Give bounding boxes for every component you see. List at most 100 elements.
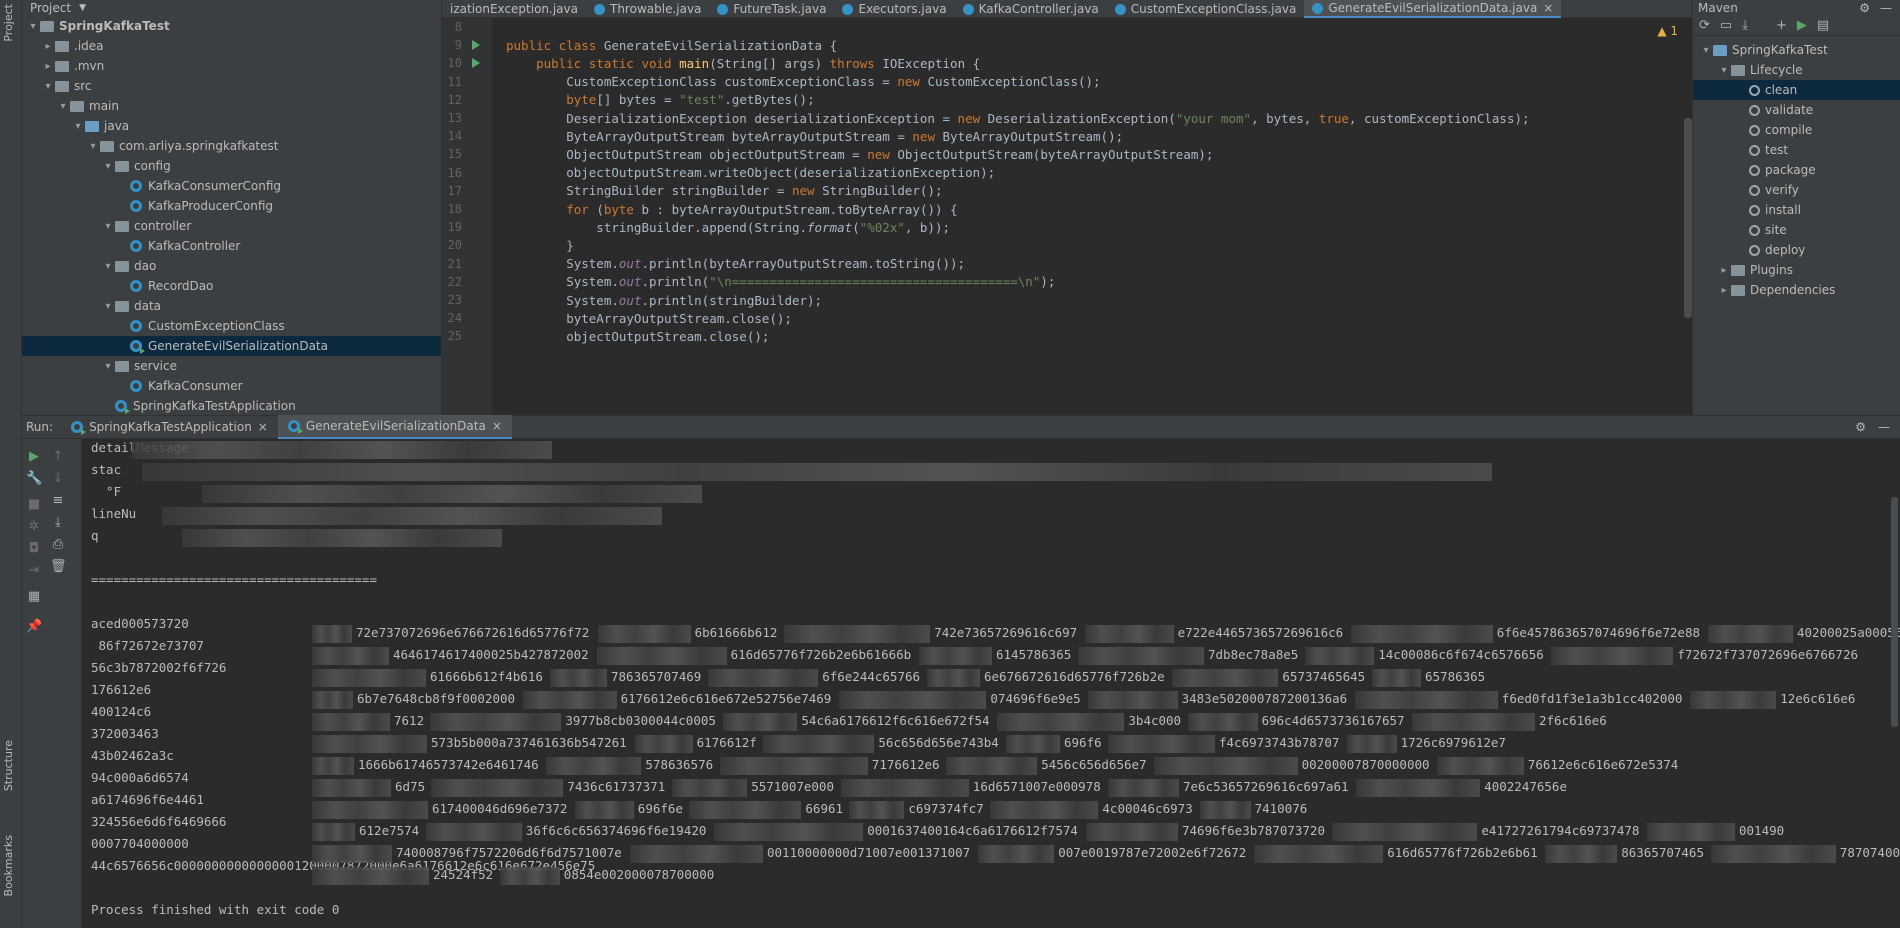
run-tab[interactable]: SpringKafkaTestApplication ×	[61, 415, 278, 439]
maven-item[interactable]: verify	[1693, 180, 1900, 200]
maven-item[interactable]: clean	[1693, 80, 1900, 100]
editor-tab[interactable]: CustomExceptionClass.java	[1107, 0, 1305, 18]
bookmarks-tool-tab[interactable]: Bookmarks	[2, 835, 15, 896]
run-tab[interactable]: GenerateEvilSerializationData ×	[277, 415, 512, 439]
chevron-down-icon[interactable]: ▾	[101, 301, 115, 312]
chevron-icon[interactable]: ▸	[1717, 285, 1731, 296]
project-panel-title[interactable]: Project	[30, 1, 71, 15]
tree-item[interactable]: ▾ dao	[22, 256, 441, 276]
chevron-down-icon[interactable]: ▾	[101, 161, 115, 172]
minimize-icon[interactable]: —	[1880, 1, 1892, 15]
print-icon[interactable]: ⎙	[50, 537, 66, 553]
tree-item[interactable]: ▾ com.arliya.springkafkatest	[22, 136, 441, 156]
maven-item[interactable]: site	[1693, 220, 1900, 240]
down-arrow-icon[interactable]: ↓	[50, 471, 66, 487]
maven-item[interactable]: deploy	[1693, 240, 1900, 260]
editor-tab[interactable]: Throwable.java	[586, 0, 709, 18]
execute-goal-icon[interactable]: ▤	[1817, 18, 1829, 33]
maven-item[interactable]: ▾ SpringKafkaTest	[1693, 40, 1900, 60]
editor-tab[interactable]: FutureTask.java	[709, 0, 834, 18]
up-arrow-icon[interactable]: ↑	[50, 449, 66, 465]
hex-fragment: 7db8ec78a8e5	[1208, 647, 1299, 662]
minimize-icon[interactable]: —	[1878, 420, 1890, 434]
debug-icon[interactable]: ✲	[26, 519, 42, 535]
tree-item[interactable]: ▾ src	[22, 76, 441, 96]
close-icon[interactable]: ×	[492, 419, 502, 433]
chevron-down-icon[interactable]: ▾	[101, 261, 115, 272]
chevron-icon[interactable]: ▾	[1699, 45, 1713, 56]
exit-icon[interactable]: ⇥	[26, 563, 42, 579]
soft-wrap-icon[interactable]: ≡	[50, 493, 66, 509]
layout-icon[interactable]: ▦	[26, 589, 42, 605]
editor-tab[interactable]: Executors.java	[834, 0, 954, 18]
chevron-icon[interactable]: ▸	[1717, 265, 1731, 276]
tree-item[interactable]: ▾ SpringKafkaTest	[22, 16, 441, 36]
chevron-right-icon[interactable]: ▸	[41, 61, 55, 72]
gear-icon[interactable]: ⚙	[1855, 420, 1866, 434]
run-icon[interactable]	[472, 40, 480, 51]
run-icon[interactable]: ▶	[1797, 18, 1807, 33]
tree-item[interactable]: ▾ java	[22, 116, 441, 136]
tree-item[interactable]: ▾ controller	[22, 216, 441, 236]
chevron-down-icon[interactable]: ▾	[41, 81, 55, 92]
maven-item[interactable]: compile	[1693, 120, 1900, 140]
chevron-down-icon[interactable]: ▾	[56, 101, 70, 112]
gear-icon	[1749, 84, 1760, 96]
add-folder-icon[interactable]: ▭	[1720, 18, 1732, 33]
console-output[interactable]: detailMessagestac °FlineNuq=============…	[82, 439, 1900, 928]
tree-item[interactable]: ▾ service	[22, 356, 441, 376]
close-icon[interactable]: ×	[258, 420, 268, 434]
chevron-down-icon[interactable]: ▾	[101, 221, 115, 232]
tree-item[interactable]: RecordDao	[22, 276, 441, 296]
chevron-right-icon[interactable]: ▸	[41, 41, 55, 52]
tree-item[interactable]: CustomExceptionClass	[22, 316, 441, 336]
maven-item[interactable]: ▾ Lifecycle	[1693, 60, 1900, 80]
chevron-icon[interactable]: ▾	[1717, 65, 1731, 76]
tree-item[interactable]: ▾ data	[22, 296, 441, 316]
maven-item[interactable]: ▸ Dependencies	[1693, 280, 1900, 300]
tree-item[interactable]: SpringKafkaTestApplication	[22, 396, 441, 415]
tree-item[interactable]: KafkaConsumer	[22, 376, 441, 396]
camera-icon[interactable]: ◘	[26, 541, 42, 557]
editor-tab[interactable]: izationException.java	[442, 0, 586, 18]
console-scrollbar[interactable]	[1891, 497, 1898, 727]
tree-item[interactable]: KafkaController	[22, 236, 441, 256]
maven-item[interactable]: validate	[1693, 100, 1900, 120]
chevron-down-icon[interactable]: ▼	[79, 3, 86, 13]
gear-icon[interactable]: ⚙	[1859, 1, 1870, 15]
add-icon[interactable]: +	[1776, 18, 1787, 33]
wrench-icon[interactable]: 🔧	[26, 471, 42, 487]
scroll-to-end-icon[interactable]: ⤓	[50, 515, 66, 531]
tree-item[interactable]: ▸ .idea	[22, 36, 441, 56]
project-tool-tab[interactable]: Project	[2, 4, 15, 42]
tree-item[interactable]: ▸ .mvn	[22, 56, 441, 76]
chevron-down-icon[interactable]: ▾	[26, 21, 40, 32]
chevron-down-icon[interactable]: ▾	[101, 361, 115, 372]
editor-tab[interactable]: KafkaController.java	[955, 0, 1107, 18]
close-icon[interactable]: ×	[1543, 1, 1553, 15]
code-editor[interactable]: 8 9 public class GenerateEvilSerialization…	[442, 18, 1692, 415]
maven-item[interactable]: test	[1693, 140, 1900, 160]
chevron-down-icon[interactable]: ▾	[86, 141, 100, 152]
run-icon[interactable]	[472, 58, 480, 69]
tree-item[interactable]: GenerateEvilSerializationData	[22, 336, 441, 356]
tree-item[interactable]: ▾ main	[22, 96, 441, 116]
trash-icon[interactable]: 🗑	[50, 559, 67, 575]
tree-item[interactable]: KafkaProducerConfig	[22, 196, 441, 216]
editor-tab[interactable]: GenerateEvilSerializationData.java ×	[1304, 0, 1562, 18]
structure-tool-tab[interactable]: Structure	[2, 740, 15, 791]
rerun-icon[interactable]: ▶	[26, 449, 42, 465]
line-number: 15	[447, 147, 462, 162]
tree-item[interactable]: KafkaConsumerConfig	[22, 176, 441, 196]
stop-icon[interactable]: ■	[26, 497, 42, 513]
maven-item[interactable]: package	[1693, 160, 1900, 180]
warning-indicator[interactable]: ▲ 1	[1657, 24, 1678, 38]
maven-item[interactable]: install	[1693, 200, 1900, 220]
tree-item[interactable]: ▾ config	[22, 156, 441, 176]
download-icon[interactable]: ⤓	[1742, 18, 1748, 33]
pin-icon[interactable]: 📌	[26, 619, 42, 635]
maven-item[interactable]: ▸ Plugins	[1693, 260, 1900, 280]
reload-icon[interactable]: ⟳	[1699, 18, 1710, 33]
editor-scrollbar[interactable]	[1684, 118, 1692, 318]
chevron-down-icon[interactable]: ▾	[71, 121, 85, 132]
